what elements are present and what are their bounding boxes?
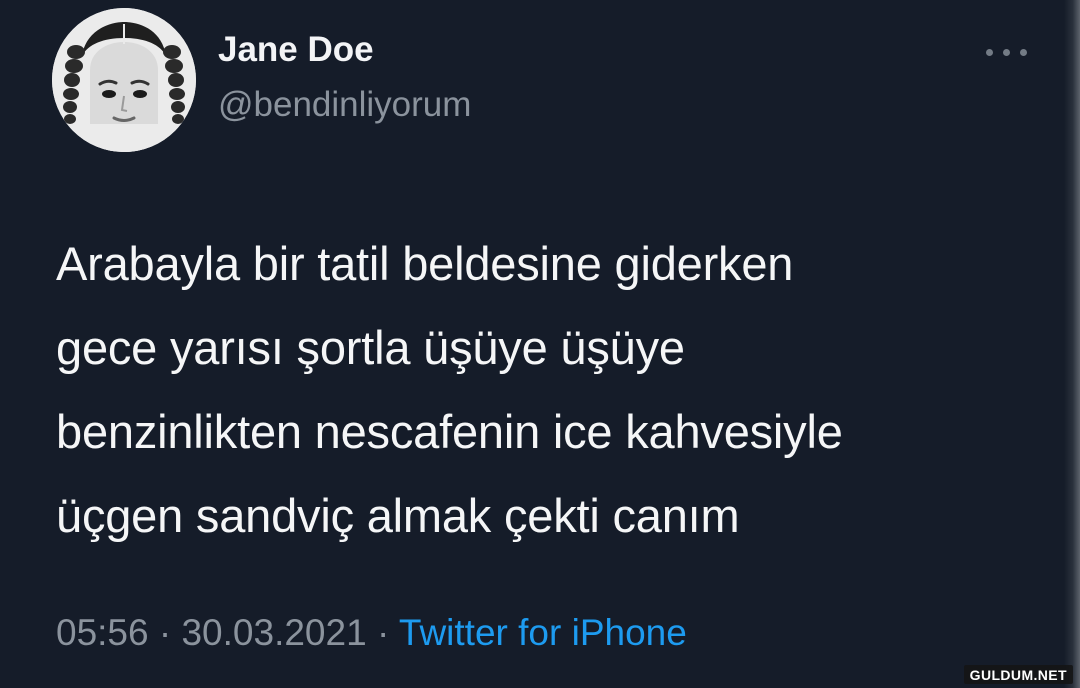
author-name[interactable]: Jane Doe: [218, 30, 374, 70]
tweet-text-line: gece yarısı şortla üşüye üşüye: [56, 321, 685, 374]
meta-separator: ·: [158, 612, 172, 653]
tweet-text: Arabayla bir tatil beldesine giderken ge…: [56, 222, 1046, 558]
meta-separator: ·: [376, 612, 390, 653]
more-horizontal-icon: [986, 49, 993, 56]
avatar-photo: [52, 8, 196, 152]
tweet-date[interactable]: 30.03.2021: [181, 612, 366, 653]
tweet-source-link[interactable]: Twitter for iPhone: [399, 612, 687, 653]
tweet-text-line: benzinlikten nescafenin ice kahvesiyle: [56, 405, 843, 458]
tweet-text-line: Arabayla bir tatil beldesine giderken: [56, 237, 794, 290]
tweet-time[interactable]: 05:56: [56, 612, 149, 653]
avatar[interactable]: [52, 8, 196, 152]
author-handle[interactable]: @bendinliyorum: [218, 85, 471, 125]
tweet-metadata: 05:56 · 30.03.2021 · Twitter for iPhone: [56, 612, 687, 654]
tweet-text-line: üçgen sandviç almak çekti canım: [56, 489, 740, 542]
more-options-button[interactable]: [978, 36, 1034, 66]
watermark: GULDUM.NET: [963, 665, 1073, 684]
right-edge-shadow: [1064, 0, 1080, 688]
more-horizontal-icon: [1003, 49, 1010, 56]
more-horizontal-icon: [1020, 49, 1027, 56]
